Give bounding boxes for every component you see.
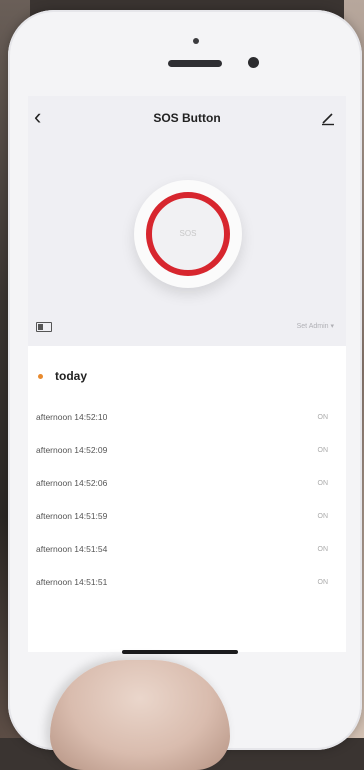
list-item: afternoon 14:52:06 ON	[28, 468, 346, 500]
history-list: today afternoon 14:52:10 ON afternoon 14…	[28, 346, 346, 652]
record-state: ON	[317, 447, 329, 454]
record-time: afternoon 14:51:54	[36, 544, 108, 554]
set-admin-dropdown[interactable]: Set Admin ▾	[297, 322, 334, 330]
list-item: afternoon 14:51:51 ON	[28, 567, 346, 599]
pencil-icon[interactable]	[320, 110, 336, 126]
list-item: afternoon 14:52:09 ON	[28, 435, 346, 467]
page-title: SOS Button	[153, 111, 221, 125]
sos-device-button[interactable]: SOS	[134, 180, 242, 288]
record-time: afternoon 14:52:06	[36, 478, 108, 488]
record-time: afternoon 14:51:51	[36, 577, 108, 587]
record-state: ON	[317, 579, 329, 586]
list-item: afternoon 14:51:54 ON	[28, 534, 346, 566]
list-item: afternoon 14:51:59 ON	[28, 501, 346, 533]
earpiece-speaker	[168, 60, 222, 67]
list-item: afternoon 14:52:10 ON	[28, 402, 346, 434]
front-sensor	[193, 38, 199, 44]
device-panel: ‹ SOS Button SOS Set Admin ▾	[28, 96, 346, 346]
record-time: afternoon 14:52:09	[36, 445, 108, 455]
front-camera	[248, 57, 259, 68]
home-indicator[interactable]	[122, 650, 238, 654]
app-screen: ‹ SOS Button SOS Set Admin ▾ today after…	[28, 96, 346, 652]
record-time: afternoon 14:51:59	[36, 511, 108, 521]
date-dot-icon	[38, 374, 43, 379]
record-state: ON	[317, 414, 329, 421]
date-header: today	[55, 369, 88, 383]
sos-label: SOS	[179, 229, 197, 238]
record-state: ON	[317, 546, 329, 553]
record-state: ON	[317, 513, 329, 520]
record-time: afternoon 14:52:10	[36, 412, 108, 422]
record-state: ON	[317, 480, 329, 487]
battery-icon	[36, 322, 52, 332]
sos-ring: SOS	[146, 192, 230, 276]
